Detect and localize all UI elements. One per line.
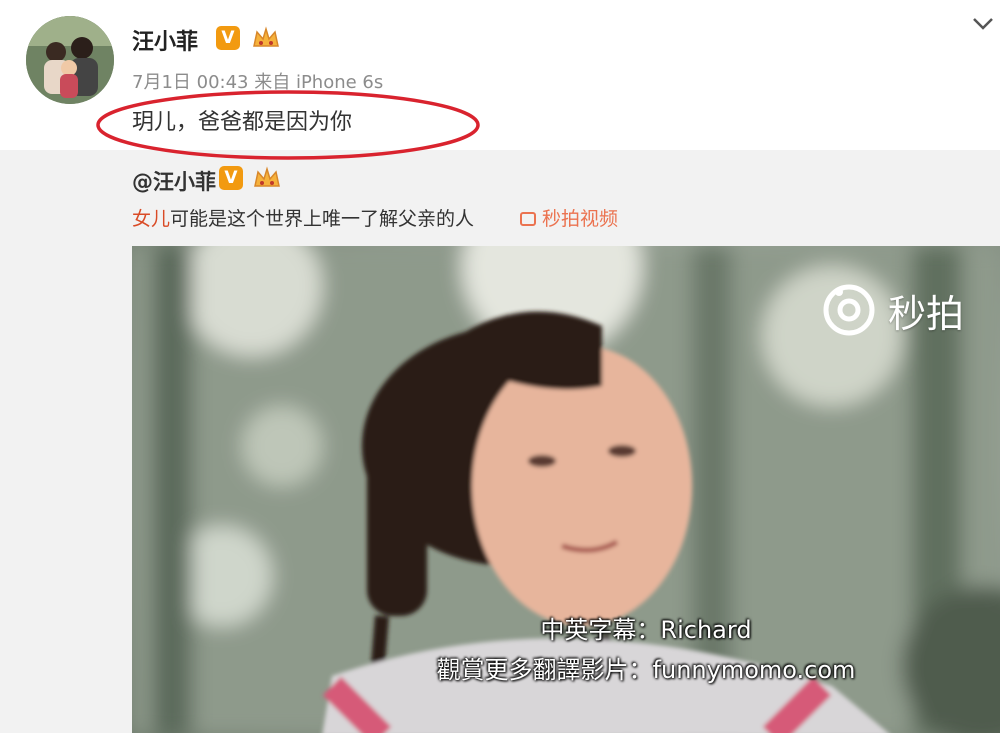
- verified-badge-icon: V: [216, 26, 240, 50]
- verified-badge-icon: V: [219, 166, 243, 190]
- repost-text-rest: 可能是这个世界上唯一了解父亲的人: [170, 208, 475, 230]
- repost-card: @汪小菲 V 女儿可能是这个世界上唯一了解父亲的人 秒拍视频 秒拍 中英字幕：R…: [0, 150, 1000, 733]
- repost-text-highlight[interactable]: 女儿: [132, 208, 170, 230]
- chevron-down-icon[interactable]: [970, 14, 996, 34]
- subtitle-line-2: 觀賞更多翻譯影片：funnymomo.com: [436, 656, 856, 684]
- video-player[interactable]: 秒拍 中英字幕：Richard 觀賞更多翻譯影片：funnymomo.com: [132, 246, 1000, 733]
- vip-crown-icon: [253, 26, 279, 47]
- subtitle-line-1: 中英字幕：Richard: [540, 616, 752, 644]
- repost-author[interactable]: @汪小菲: [132, 166, 216, 196]
- video-link-label: 秒拍视频: [542, 208, 619, 230]
- video-link-icon: [520, 212, 536, 226]
- miaopai-logo-icon: [823, 284, 875, 336]
- vip-crown-icon: [254, 166, 280, 187]
- watermark-text: 秒拍: [887, 291, 964, 336]
- weibo-post: 汪小菲 V 7月1日 00:43 来自 iPhone 6s 玥儿，爸爸都是因为你: [0, 0, 1000, 160]
- video-link[interactable]: 秒拍视频: [520, 204, 618, 231]
- avatar[interactable]: [26, 16, 114, 104]
- post-content: 玥儿，爸爸都是因为你: [132, 110, 353, 135]
- video-watermark: 秒拍: [822, 282, 964, 338]
- author-name[interactable]: 汪小菲: [132, 24, 198, 56]
- repost-text: 女儿可能是这个世界上唯一了解父亲的人: [132, 204, 474, 231]
- post-meta: 7月1日 00:43 来自 iPhone 6s: [132, 72, 384, 93]
